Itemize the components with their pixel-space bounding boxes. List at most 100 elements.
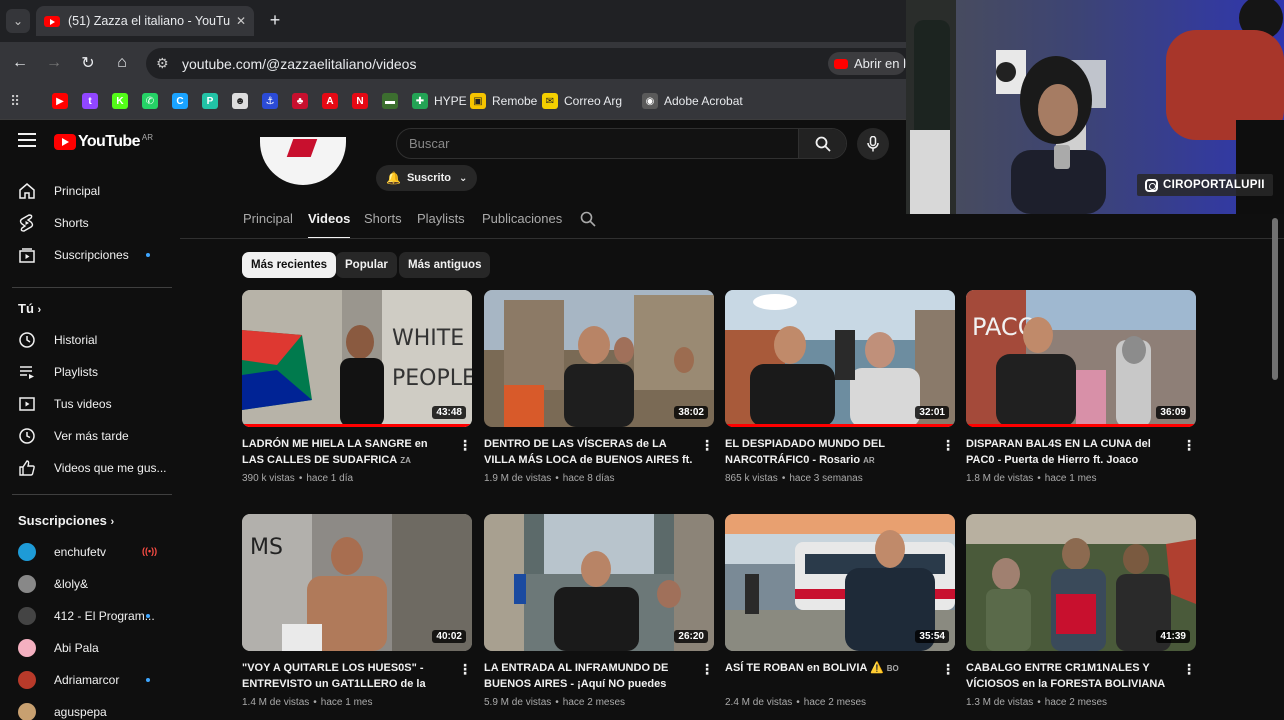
sidebar-item-your-videos[interactable]: Tus videos [0, 389, 172, 419]
filter-chip[interactable]: Más antiguos [399, 252, 491, 278]
video-thumbnail[interactable]: MS 40:02 [242, 514, 472, 651]
sidebar-subscriptions-header[interactable]: Suscripciones › [18, 513, 114, 528]
youtube-favicon-icon [44, 15, 60, 27]
subscribed-button[interactable]: 🔔 Suscrito ⌄ [376, 165, 478, 191]
video-title[interactable]: LADRÓN ME HIELA LA SANGRE en LAS CALLES … [242, 436, 452, 468]
back-arrow-icon[interactable]: ← [8, 51, 32, 75]
sidebar-subscription-item[interactable]: &loly& [0, 569, 172, 599]
video-metadata: 865 k vistas • hace 3 semanas [725, 473, 863, 484]
video-card[interactable]: 26:20 LA ENTRADA AL INFRAMUNDO DE BUENOS … [484, 514, 714, 708]
sidebar-item-liked[interactable]: Videos que me gus... [0, 453, 172, 483]
more-actions-icon[interactable]: ⋮ [458, 438, 472, 452]
more-actions-icon[interactable]: ⋮ [700, 662, 714, 676]
sidebar-subscription-item[interactable]: aguspepa [0, 697, 172, 720]
more-actions-icon[interactable]: ⋮ [1182, 438, 1196, 452]
bookmark-item[interactable]: ♣ [292, 92, 314, 110]
video-title-text: LA ENTRADA AL INFRAMUNDO DE BUENOS AIRES… [484, 662, 669, 690]
tab-close-icon[interactable]: ✕ [236, 14, 246, 28]
sidebar-you-header[interactable]: Tú › [18, 301, 41, 316]
bookmark-item[interactable]: ☻ [232, 92, 254, 110]
search-button[interactable] [798, 129, 846, 158]
sidebar-item-watch-later[interactable]: Ver más tarde [0, 421, 172, 451]
video-card[interactable]: PACO 36:09 DISPARAN BAL4S EN LA CUNA del P… [966, 290, 1196, 484]
youtube-logo[interactable]: YouTube AR [54, 133, 153, 151]
browser-tab-active[interactable]: (51) Zazza el italiano - YouTube ✕ [36, 6, 254, 36]
tab-shorts[interactable]: Shorts [364, 211, 402, 239]
search-box[interactable]: Buscar [396, 128, 847, 159]
video-card[interactable]: 38:02 DENTRO DE LAS VÍSCERAS de LA VILLA … [484, 290, 714, 484]
forward-arrow-icon[interactable]: → [42, 51, 66, 75]
video-thumbnail[interactable]: 41:39 [966, 514, 1196, 651]
page-scrollbar-thumb[interactable] [1272, 218, 1278, 380]
video-card[interactable]: MS 40:02 "VOY A QUITARLE LOS HUES0S" - ENT… [242, 514, 472, 708]
video-title[interactable]: DENTRO DE LAS VÍSCERAS de LA VILLA MÁS L… [484, 436, 694, 468]
video-card[interactable]: 32:01 EL DESPIADADO MUNDO DEL NARC0TRÁFIC… [725, 290, 955, 484]
bookmark-item[interactable]: N [352, 92, 374, 110]
more-actions-icon[interactable]: ⋮ [700, 438, 714, 452]
tab-playlists[interactable]: Playlists [417, 211, 465, 239]
apps-grid-icon[interactable]: ⠿ [10, 92, 20, 110]
video-title[interactable]: DISPARAN BAL4S EN LA CUNA del PAC0 - Pue… [966, 436, 1176, 468]
bookmark-item[interactable]: P [202, 92, 224, 110]
sidebar-subscription-item[interactable]: Abi Pala [0, 633, 172, 663]
youtube-masthead: YouTube AR Buscar [0, 121, 906, 165]
url-text: youtube.com/@zazzaelitaliano/videos [182, 55, 417, 72]
home-button-icon[interactable]: ⌂ [110, 51, 134, 75]
video-thumbnail[interactable]: WHITE PEOPLE 43:48 [242, 290, 472, 427]
bookmark-item[interactable]: ✆ [142, 92, 164, 110]
video-thumbnail[interactable]: 38:02 [484, 290, 714, 427]
video-card[interactable]: 35:54 ASÍ TE ROBAN en BOLIVIA ⚠️ BO ⋮ 2.4 M … [725, 514, 955, 708]
subscription-label: Abi Pala [54, 641, 99, 655]
filter-chip[interactable]: Más recientes [242, 252, 337, 278]
sidebar-item-history[interactable]: Historial [0, 325, 172, 355]
channel-search-icon[interactable] [580, 211, 596, 239]
bookmark-favicon-icon: ▣ [470, 93, 486, 109]
video-title[interactable]: CABALGO ENTRE CR1M1NALES Y VÍCIOSOS en l… [966, 660, 1176, 692]
channel-avatar[interactable] [260, 137, 346, 185]
reload-icon[interactable]: ↻ [76, 51, 100, 75]
bookmark-item[interactable]: ✚ HYPE [412, 92, 467, 110]
video-card[interactable]: 41:39 CABALGO ENTRE CR1M1NALES Y VÍCIOSOS… [966, 514, 1196, 708]
bookmark-favicon-icon: t [82, 93, 98, 109]
bookmark-item[interactable]: K [112, 92, 134, 110]
tab-search-chevron-icon[interactable]: ⌄ [6, 9, 30, 33]
open-in-app-button[interactable]: Abrir en la [828, 52, 906, 75]
more-actions-icon[interactable]: ⋮ [941, 662, 955, 676]
tab-publicaciones[interactable]: Publicaciones [482, 211, 562, 239]
site-info-icon[interactable]: ⚙ [156, 55, 174, 72]
video-title[interactable]: LA ENTRADA AL INFRAMUNDO DE BUENOS AIRES… [484, 660, 694, 692]
sidebar-item-principal[interactable]: Principal [0, 176, 172, 206]
new-tab-button[interactable]: + [264, 9, 286, 31]
video-thumbnail[interactable]: 32:01 [725, 290, 955, 427]
voice-search-button[interactable] [857, 128, 889, 160]
video-title[interactable]: "VOY A QUITARLE LOS HUES0S" - ENTREVISTO… [242, 660, 452, 692]
tab-videos[interactable]: Videos [308, 211, 351, 239]
tab-principal[interactable]: Principal [243, 211, 293, 239]
menu-icon[interactable] [18, 133, 36, 151]
video-thumbnail[interactable]: PACO 36:09 [966, 290, 1196, 427]
video-metadata: 390 k vistas • hace 1 día [242, 473, 353, 484]
bookmark-item[interactable]: C [172, 92, 194, 110]
more-actions-icon[interactable]: ⋮ [458, 662, 472, 676]
meta-separator: • [313, 697, 317, 708]
bookmark-item[interactable]: ▣ Remobe [470, 92, 537, 110]
bookmark-item[interactable]: ✉ Correo Arg [542, 92, 622, 110]
search-input[interactable]: Buscar [397, 136, 798, 151]
bookmark-item[interactable]: ▶ [52, 92, 74, 110]
bookmark-item[interactable]: ⚓ [262, 92, 284, 110]
bookmark-item[interactable]: A [322, 92, 344, 110]
bookmark-item[interactable]: ▬ [382, 92, 404, 110]
more-actions-icon[interactable]: ⋮ [1182, 662, 1196, 676]
sidebar-item-playlists[interactable]: Playlists [0, 357, 172, 387]
more-actions-icon[interactable]: ⋮ [941, 438, 955, 452]
video-title[interactable]: EL DESPIADADO MUNDO DEL NARC0TRÁFIC0 - R… [725, 436, 935, 468]
bookmark-item[interactable]: t [82, 92, 104, 110]
video-card[interactable]: WHITE PEOPLE 43:48 LADRÓN ME HIELA LA SANGR… [242, 290, 472, 484]
video-thumbnail[interactable]: 26:20 [484, 514, 714, 651]
address-bar[interactable]: ⚙ youtube.com/@zazzaelitaliano/videos [146, 48, 906, 79]
sidebar-item-shorts[interactable]: Shorts [0, 208, 172, 238]
video-thumbnail[interactable]: 35:54 [725, 514, 955, 651]
bookmark-item[interactable]: ◉ Adobe Acrobat [642, 92, 743, 110]
video-title[interactable]: ASÍ TE ROBAN en BOLIVIA ⚠️ BO [725, 660, 935, 692]
filter-chip[interactable]: Popular [336, 252, 397, 278]
